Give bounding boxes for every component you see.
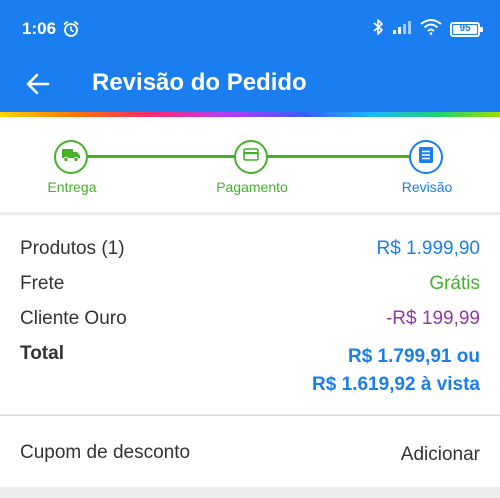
step-label-pagamento: Pagamento [216, 179, 288, 195]
shipping-label: Frete [20, 273, 65, 294]
step-connector [85, 155, 235, 158]
products-value: R$ 1.999,90 [376, 238, 480, 259]
products-label: Produtos (1) [20, 238, 125, 259]
add-coupon-button[interactable]: Adicionar [401, 444, 480, 466]
step-revisao[interactable] [409, 140, 443, 174]
total-cash: R$ 1.619,92 à vista [312, 374, 480, 395]
step-connector [268, 155, 410, 158]
status-icons: 95 [372, 18, 483, 41]
status-bar: 1:06 95 [0, 0, 500, 58]
app-bar: Revisão do Pedido [0, 58, 500, 112]
battery-icon: 95 [450, 21, 483, 37]
bottom-divider [0, 487, 500, 498]
page-title: Revisão do Pedido [92, 69, 307, 96]
signal-icon [392, 19, 412, 40]
back-arrow-icon[interactable] [24, 70, 52, 98]
shipping-value: Grátis [429, 273, 480, 294]
total-values: R$ 1.799,91 ou R$ 1.619,92 à vista [312, 343, 480, 399]
alarm-icon [62, 20, 80, 43]
coupon-row[interactable]: Cupom de desconto Adicionar [0, 415, 500, 487]
total-installment: R$ 1.799,91 ou [347, 346, 480, 367]
wifi-icon [420, 18, 442, 40]
gold-label: Cliente Ouro [20, 308, 127, 329]
summary-row-total: Total R$ 1.799,91 ou R$ 1.619,92 à vista [20, 343, 480, 399]
step-label-entrega: Entrega [47, 179, 97, 195]
credit-card-icon [243, 148, 259, 166]
coupon-label: Cupom de desconto [20, 442, 191, 463]
total-label: Total [20, 343, 64, 364]
step-label-revisao: Revisão [401, 179, 453, 195]
truck-icon [62, 148, 80, 167]
gold-discount-value: -R$ 199,99 [385, 308, 480, 329]
checkout-stepper: Entrega Pagamento Revisão [0, 117, 500, 212]
step-pagamento[interactable] [234, 140, 268, 174]
summary-row-products: Produtos (1) R$ 1.999,90 [20, 238, 480, 264]
step-entrega[interactable] [54, 140, 88, 174]
order-summary: Produtos (1) R$ 1.999,90 Frete Grátis Cl… [0, 214, 500, 414]
summary-row-gold: Cliente Ouro -R$ 199,99 [20, 308, 480, 334]
bluetooth-icon [372, 18, 384, 41]
battery-level: 95 [459, 23, 471, 34]
summary-row-shipping: Frete Grátis [20, 273, 480, 299]
receipt-icon [419, 146, 433, 168]
status-time: 1:06 [22, 19, 57, 38]
